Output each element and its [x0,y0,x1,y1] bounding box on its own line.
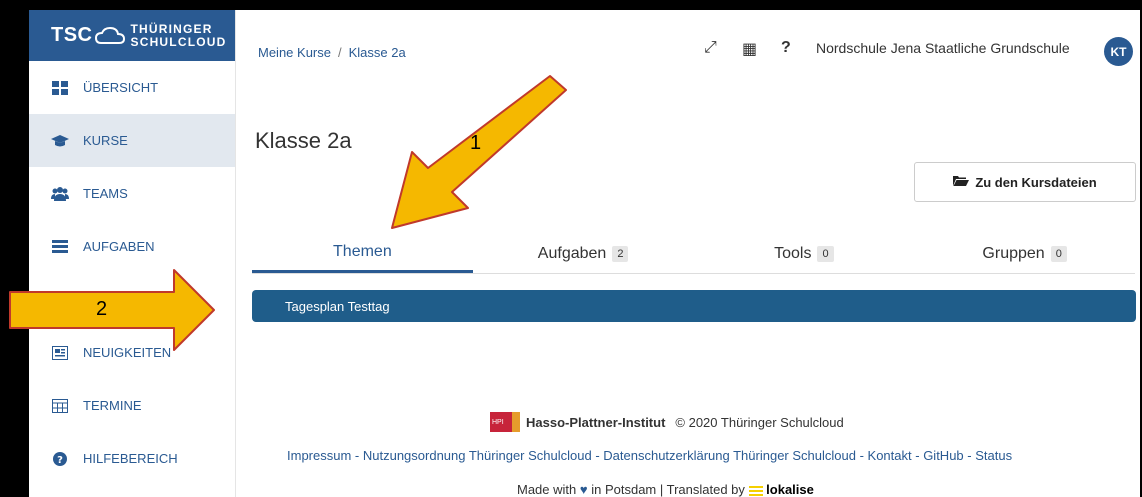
tab-gruppen[interactable]: Gruppen 0 [914,228,1135,273]
footer-separator: - [591,448,604,463]
tab-tools[interactable]: Tools 0 [694,228,915,273]
lokalise-logo[interactable]: lokalise [748,482,814,497]
breadcrumb: Meine Kurse / Klasse 2a [258,45,406,60]
annotation-label-2: 2 [96,298,108,320]
breadcrumb-separator: / [337,45,342,60]
tasks-icon [51,239,69,254]
hpi-logo: HPI [490,412,520,432]
sidebar-item-label: TEAMS [83,186,128,201]
users-icon [51,186,69,201]
brand-short: TSC [51,24,93,46]
avatar[interactable]: KT [1104,37,1133,66]
sidebar-item-uebersicht[interactable]: ÜBERSICHT [29,61,235,114]
topic-title: Tagesplan Testtag [285,298,390,314]
tab-label: Tools [774,244,812,262]
sidebar-item-termine[interactable]: TERMINE [29,379,235,432]
brand-line1: THÜRINGER [130,21,213,36]
course-files-label: Zu den Kursdateien [975,174,1097,190]
breadcrumb-link-meine-kurse[interactable]: Meine Kurse [258,45,331,60]
footer-separator: - [351,448,363,463]
calendar-icon [51,398,69,413]
graduation-cap-icon [51,134,69,148]
course-tabs: Themen Aufgaben 2 Tools 0 Gruppen 0 [252,228,1135,274]
footer-link-kontakt[interactable]: Kontakt [868,448,912,463]
annotation-label-1: 1 [470,132,482,154]
sidebar-item-kurse[interactable]: KURSE [29,114,235,167]
tab-count-badge: 2 [612,245,629,262]
fullscreen-icon[interactable]: ⤢ [704,39,717,57]
sidebar-item-label: AUFGABEN [83,239,155,254]
made-with-mid: in Potsdam | Translated by [591,482,745,497]
footer-link-datenschutz[interactable]: Datenschutzerklärung Thüringer Schulclou… [603,448,856,463]
question-circle-icon: ? [51,451,69,466]
tab-label: Aufgaben [537,244,607,262]
folder-open-icon [953,175,970,190]
brand-logo[interactable]: TSC THÜRINGER SCHULCLOUD [29,10,235,61]
heart-icon: ♥ [579,482,588,497]
made-with-pre: Made with [517,482,577,497]
footer-link-nutzungsordnung[interactable]: Nutzungsordnung Thüringer Schulcloud [363,448,592,463]
tab-count-badge: 0 [817,245,834,262]
cloud-icon [94,26,125,44]
topic-item[interactable]: Tagesplan Testtag [252,290,1136,322]
sidebar-item-teams[interactable]: TEAMS [29,167,235,220]
tab-count-badge: 0 [1050,245,1067,262]
annotation-arrow-2 [9,269,215,351]
brand-text: THÜRINGER SCHULCLOUD [130,21,227,49]
footer-credit: HPI Hasso-Plattner-Institut © 2020 Thüri… [490,412,844,432]
annotation-arrow-1 [391,75,567,229]
sidebar-item-label: TERMINE [83,398,142,413]
footer-link-impressum[interactable]: Impressum [287,448,351,463]
footer-separator: - [963,448,976,463]
top-bar: Meine Kurse / Klasse 2a ⤢ ▦ ? Nordschule J… [236,10,1140,70]
tab-label: Gruppen [982,244,1045,262]
browser-frame: TSC THÜRINGER SCHULCLOUD ÜBERSICHT KURSE [29,10,1140,497]
dashboard-icon [51,80,69,95]
qr-code-icon[interactable]: ▦ [742,39,757,59]
sidebar-item-hilfebereich[interactable]: ? HILFEBEREICH [29,432,235,485]
hpi-name[interactable]: Hasso-Plattner-Institut [526,415,665,430]
brand-line2: SCHULCLOUD [130,34,227,49]
sidebar-item-label: KURSE [83,133,128,148]
sidebar: TSC THÜRINGER SCHULCLOUD ÜBERSICHT KURSE [29,10,236,497]
breadcrumb-current[interactable]: Klasse 2a [349,45,406,60]
copyright: © 2020 Thüringer Schulcloud [675,414,844,430]
help-icon[interactable]: ? [781,39,791,57]
svg-text:?: ? [57,455,63,466]
sidebar-item-label: ÜBERSICHT [83,80,159,95]
school-name[interactable]: Nordschule Jena Staatliche Grundschule [816,40,1070,56]
tab-label: Themen [333,243,392,260]
footer-links: Impressum - Nutzungsordnung Thüringer Sc… [287,448,1012,463]
page-title: Klasse 2a [255,128,352,153]
lokalise-text: lokalise [766,482,814,497]
footer-link-status[interactable]: Status [975,448,1012,463]
footer-link-github[interactable]: GitHub [923,448,963,463]
course-files-button[interactable]: Zu den Kursdateien [914,162,1136,202]
footer-separator: - [911,448,924,463]
made-with-line: Made with ♥ in Potsdam | Translated by l… [517,482,814,497]
footer-separator: - [855,448,868,463]
sidebar-item-aufgaben[interactable]: AUFGABEN [29,220,235,273]
sidebar-item-label: HILFEBEREICH [83,451,178,466]
